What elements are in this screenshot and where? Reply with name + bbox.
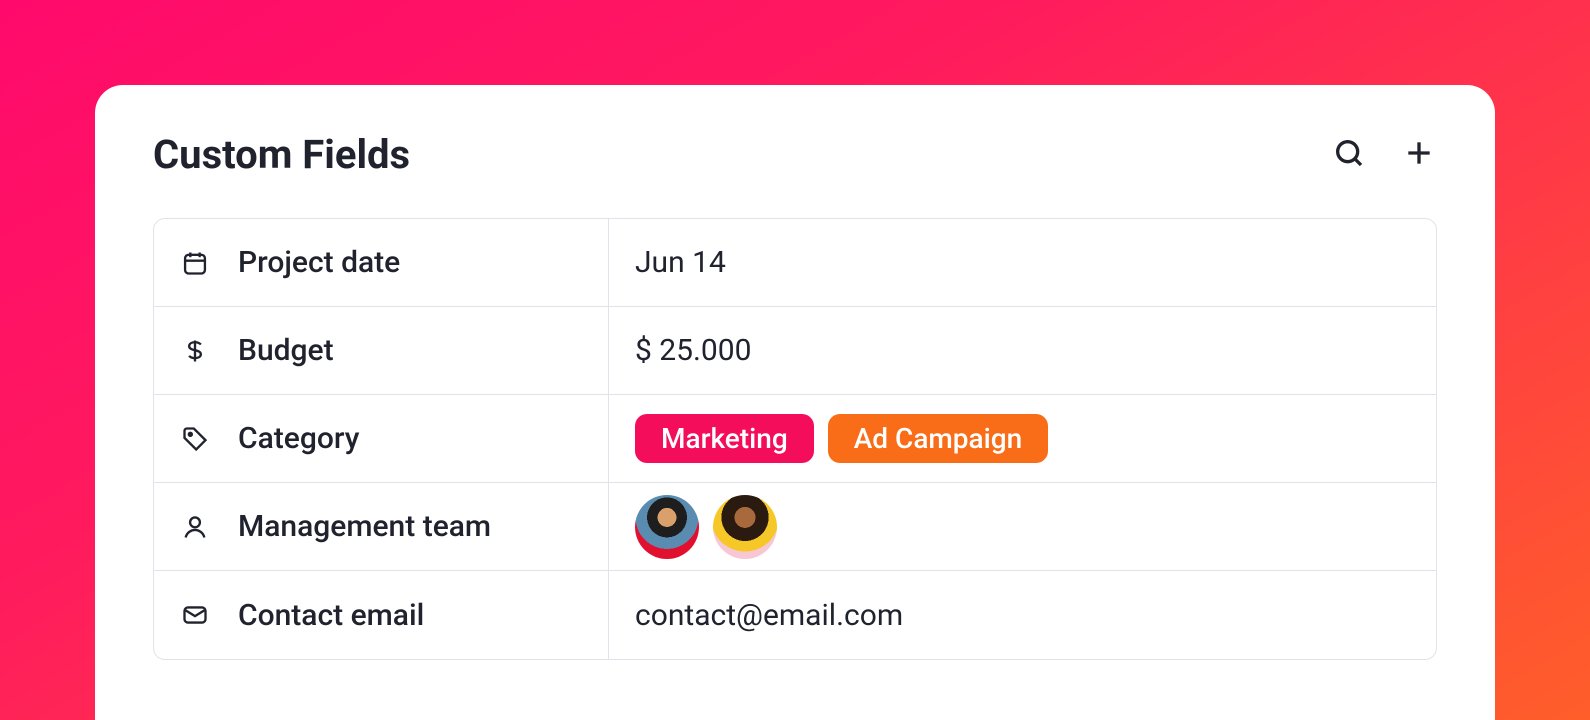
mail-icon: [180, 600, 210, 630]
field-label: Project date: [238, 245, 400, 280]
field-value: contact@email.com: [635, 598, 903, 633]
card-header: Custom Fields: [153, 131, 1437, 178]
search-button[interactable]: [1331, 137, 1367, 173]
table-row: Budget $ 25.000: [154, 307, 1436, 395]
fields-table: Project date Jun 14 Budget $ 25.000: [153, 218, 1437, 660]
tag-icon: [180, 424, 210, 454]
dollar-icon: [180, 336, 210, 366]
search-icon: [1333, 137, 1365, 173]
field-label-cell: Contact email: [154, 571, 609, 659]
field-value-cell[interactable]: contact@email.com: [609, 571, 1436, 659]
field-label-cell: Budget: [154, 307, 609, 394]
field-value: $ 25.000: [635, 333, 752, 368]
table-row: Contact email contact@email.com: [154, 571, 1436, 659]
table-row: Category Marketing Ad Campaign: [154, 395, 1436, 483]
field-value-cell[interactable]: [609, 483, 1436, 570]
field-label: Category: [238, 421, 359, 456]
header-actions: [1331, 137, 1437, 173]
field-value: Jun 14: [635, 245, 726, 280]
field-label-cell: Project date: [154, 219, 609, 306]
field-value-cell[interactable]: $ 25.000: [609, 307, 1436, 394]
field-label-cell: Management team: [154, 483, 609, 570]
field-value-cell[interactable]: Marketing Ad Campaign: [609, 395, 1436, 482]
field-label: Contact email: [238, 598, 424, 633]
card-title: Custom Fields: [153, 131, 410, 178]
category-tag[interactable]: Marketing: [635, 414, 814, 463]
table-row: Management team: [154, 483, 1436, 571]
category-tag[interactable]: Ad Campaign: [828, 414, 1049, 463]
plus-icon: [1403, 137, 1435, 173]
field-label-cell: Category: [154, 395, 609, 482]
avatar[interactable]: [713, 495, 777, 559]
table-row: Project date Jun 14: [154, 219, 1436, 307]
custom-fields-card: Custom Fields Project date: [95, 85, 1495, 720]
field-label: Budget: [238, 333, 334, 368]
add-button[interactable]: [1401, 137, 1437, 173]
field-value-cell[interactable]: Jun 14: [609, 219, 1436, 306]
field-label: Management team: [238, 509, 491, 544]
avatar[interactable]: [635, 495, 699, 559]
calendar-icon: [180, 248, 210, 278]
user-icon: [180, 512, 210, 542]
